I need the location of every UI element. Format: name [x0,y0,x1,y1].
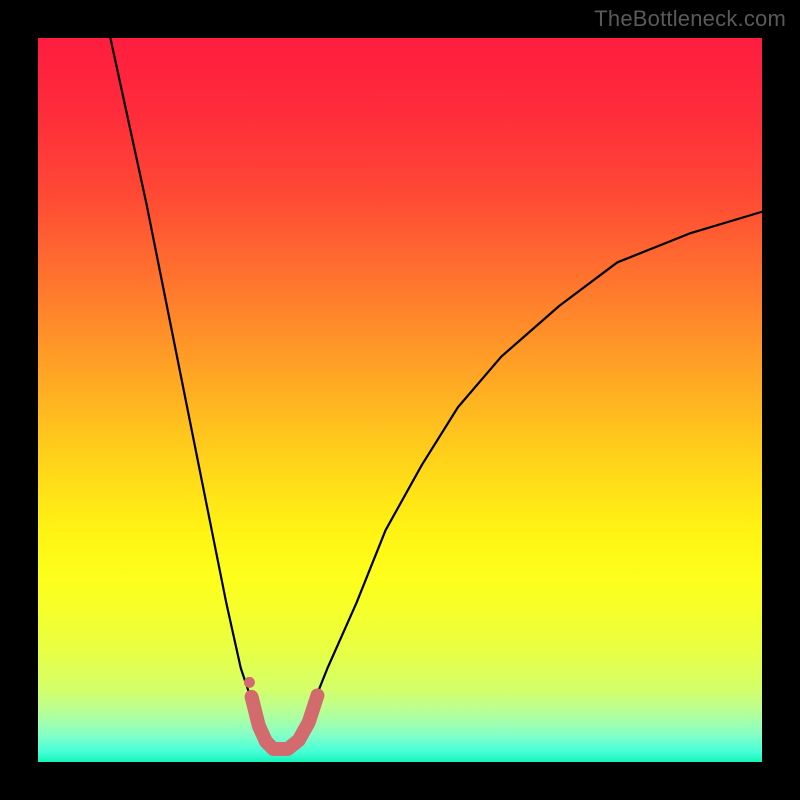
curve-line [110,38,762,755]
chart-frame: TheBottleneck.com [0,0,800,800]
plot-area [38,38,762,762]
worm-dot [244,677,255,688]
worm-overlay [252,695,318,749]
watermark-text: TheBottleneck.com [594,6,786,32]
chart-svg [38,38,762,762]
